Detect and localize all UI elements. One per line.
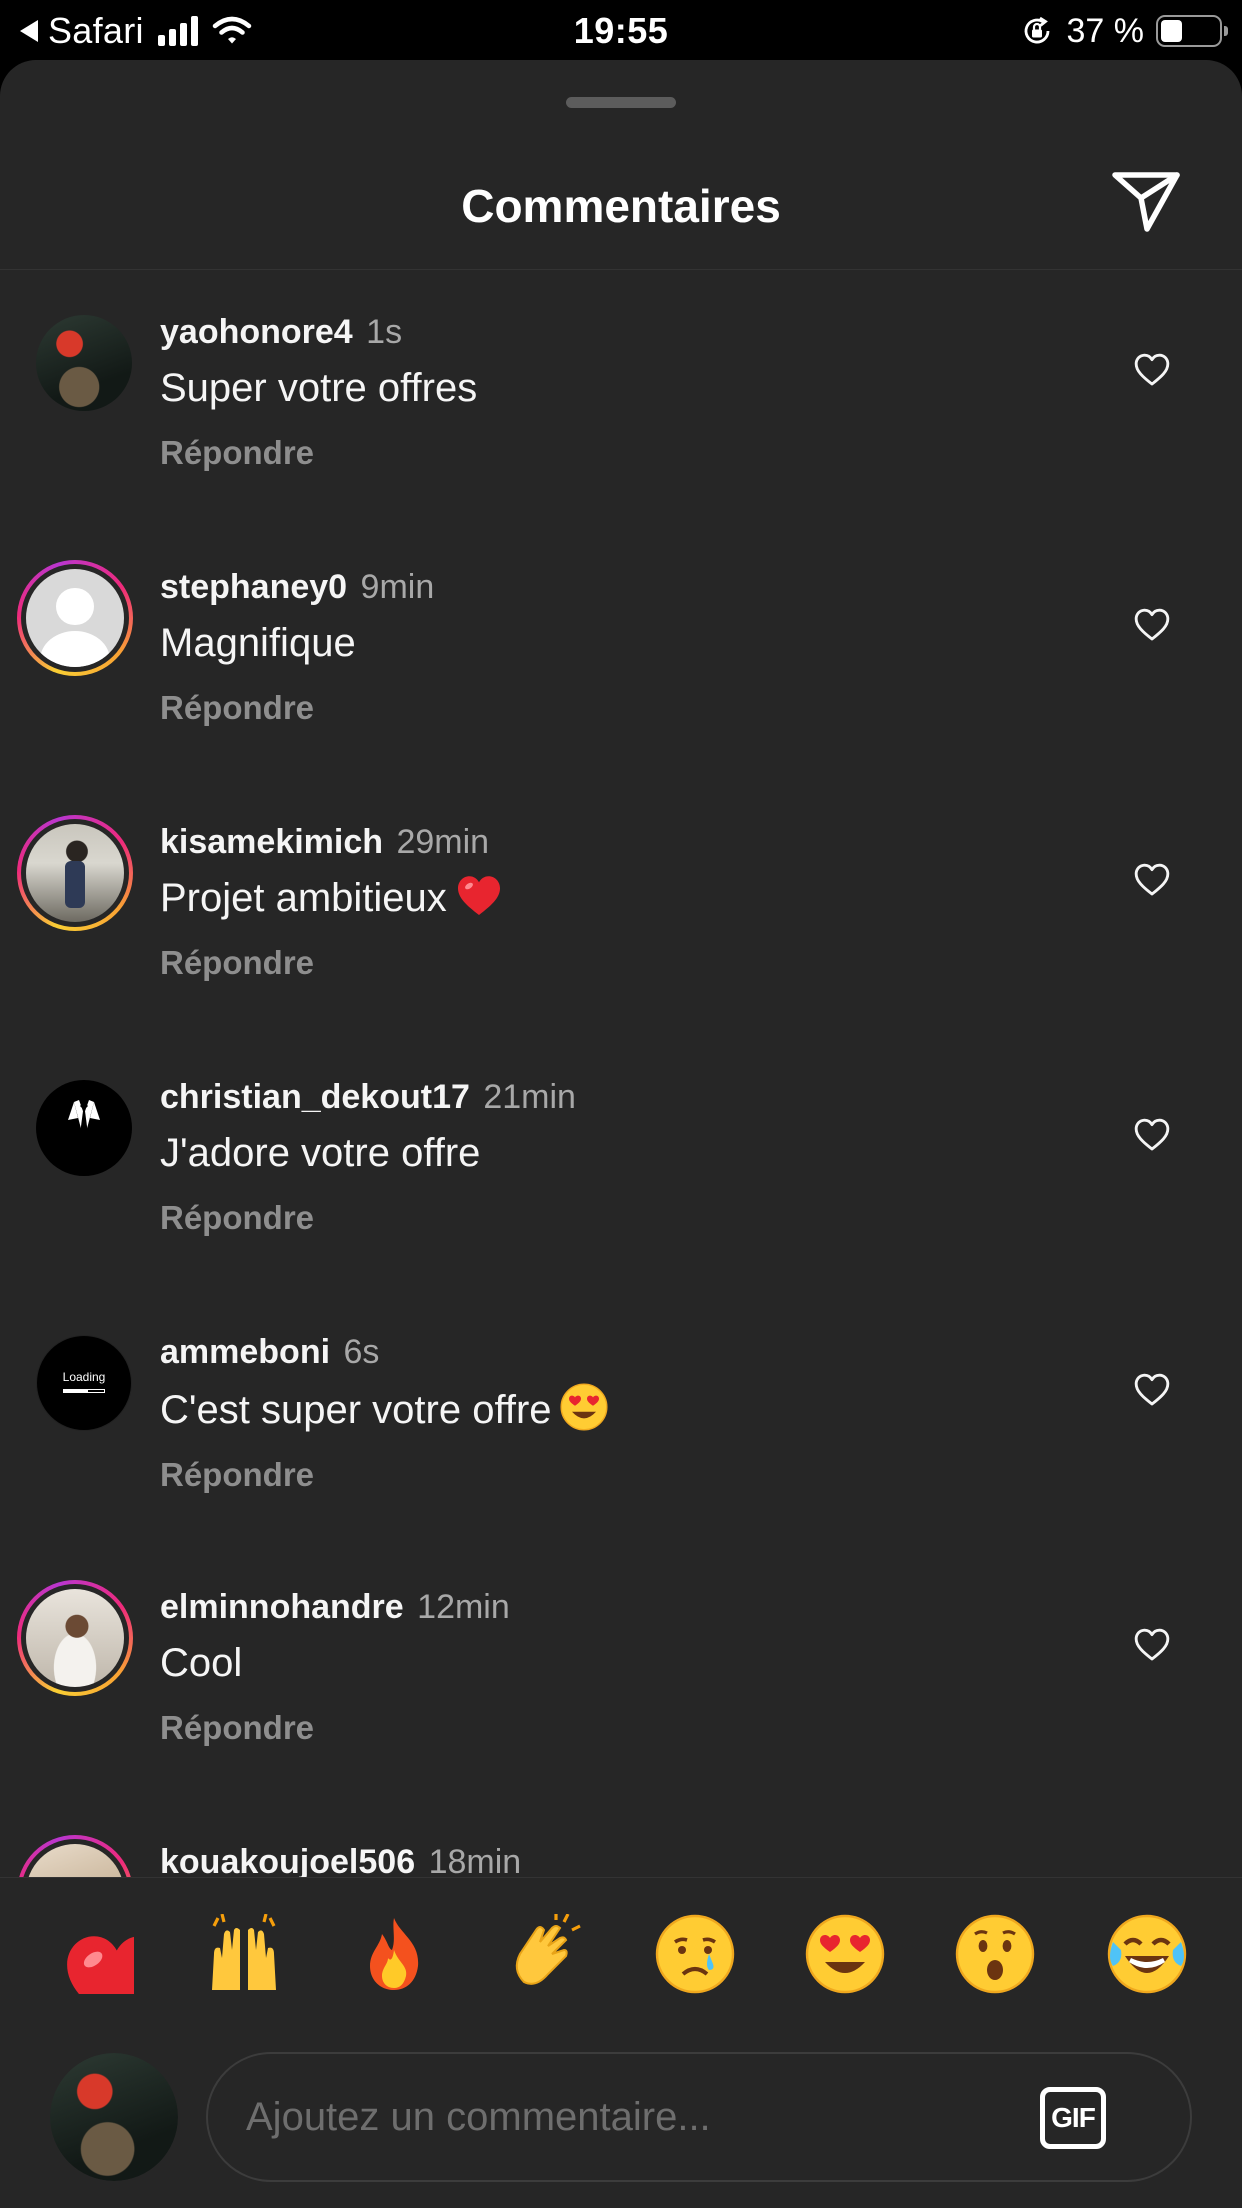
gif-button[interactable]: GIF [1040,2087,1106,2149]
battery-percent: 37 % [1066,11,1145,50]
loading-avatar: Loading [36,1335,132,1431]
like-heart-icon[interactable] [1133,1116,1171,1152]
comment-text: Super votre offres [160,366,478,410]
avatar[interactable] [36,1080,132,1176]
like-heart-icon[interactable] [1133,1626,1171,1662]
comment-row: christian_dekout17 21min J'adore votre o… [0,1036,1242,1291]
avatar[interactable]: Loading [36,1335,132,1431]
surprised-face-reaction-icon[interactable] [955,1914,1035,1994]
heart-eyes-reaction-icon[interactable] [805,1914,885,1994]
battery-level [1161,20,1182,42]
comment-composer: GIF [206,2052,1192,2182]
comment-row: yaohonore4 1s Super votre offres Répondr… [0,271,1242,526]
reply-button[interactable]: Répondre [160,1455,1100,1495]
avatar-photo [26,824,124,922]
status-bar: Safari 19:55 37 % [0,0,1242,62]
clapping-hands-reaction-icon[interactable] [504,1914,584,1994]
comment-username[interactable]: kouakoujoel506 [160,1843,415,1877]
my-avatar[interactable] [50,2053,178,2181]
comment-row: elminnohandre 12min Cool Répondre [0,1546,1242,1801]
page-title: Commentaires [461,180,781,232]
quick-reactions [0,1914,1242,1994]
comment-text: Cool [160,1641,243,1685]
comment-row: Loading ammeboni 6s C'est super votre of… [0,1291,1242,1546]
sheet-header: Commentaires [0,60,1242,270]
avatar[interactable] [17,1835,133,1877]
raising-hands-reaction-icon[interactable] [204,1914,284,1994]
comment-username[interactable]: yaohonore4 [160,313,353,351]
heart-eyes-emoji-icon [560,1383,608,1431]
default-avatar-icon [26,569,124,667]
comment-time: 6s [343,1333,380,1371]
comment-time: 12min [417,1588,510,1626]
comment-time: 9min [360,568,435,606]
comment-row: kisamekimich 29min Projet ambitieux Répo… [0,781,1242,1036]
comment-time: 1s [366,313,403,351]
comment-row: kouakoujoel506 18min [0,1801,1242,1877]
comment-text: Projet ambitieux [160,876,447,920]
reply-button[interactable]: Répondre [160,1198,1100,1238]
tears-of-joy-reaction-icon[interactable] [1107,1914,1187,1994]
comment-input[interactable] [244,2054,1024,2180]
comment-username[interactable]: stephaney0 [160,568,347,606]
comment-text: C'est super votre offre [160,1388,552,1432]
avatar[interactable] [17,1580,133,1696]
comment-username[interactable]: kisamekimich [160,823,383,861]
avatar-photo [26,1844,124,1877]
orientation-lock-icon [1024,16,1049,44]
comment-time: 18min [428,1843,522,1877]
avatar-photo [50,2053,178,2181]
avatar[interactable] [36,315,132,411]
comment-text: J'adore votre offre [160,1131,481,1175]
reply-button[interactable]: Répondre [160,1708,1100,1748]
loading-bar-icon [63,1388,105,1393]
like-heart-icon[interactable] [1133,861,1171,897]
comment-username[interactable]: elminnohandre [160,1588,404,1626]
comment-username[interactable]: ammeboni [160,1333,330,1371]
reply-button[interactable]: Répondre [160,433,1100,473]
avatar-photo [26,1589,124,1687]
tuxedo-avatar-icon [36,1080,132,1176]
like-heart-icon[interactable] [1133,606,1171,642]
comment-composer-bar: GIF [0,1877,1242,2208]
reply-button[interactable]: Répondre [160,943,1100,983]
crying-face-reaction-icon[interactable] [655,1914,735,1994]
avatar-loading-text: Loading [62,1369,106,1384]
paper-plane-icon[interactable] [1110,168,1182,234]
comment-row: stephaney0 9min Magnifique Répondre [0,526,1242,781]
battery-icon [1156,15,1228,47]
comment-username[interactable]: christian_dekout17 [160,1078,470,1116]
comment-text: Magnifique [160,621,356,665]
comment-time: 21min [483,1078,576,1116]
avatar[interactable] [17,560,133,676]
red-heart-reaction-icon[interactable] [54,1914,134,1994]
avatar[interactable] [17,815,133,931]
comment-time: 29min [396,823,490,861]
comments-list[interactable]: yaohonore4 1s Super votre offres Répondr… [0,271,1242,1877]
reply-button[interactable]: Répondre [160,688,1100,728]
like-heart-icon[interactable] [1133,351,1171,387]
fire-reaction-icon[interactable] [354,1914,434,1994]
like-heart-icon[interactable] [1133,1371,1171,1407]
avatar-photo [36,315,132,411]
red-heart-emoji-icon [455,873,503,917]
